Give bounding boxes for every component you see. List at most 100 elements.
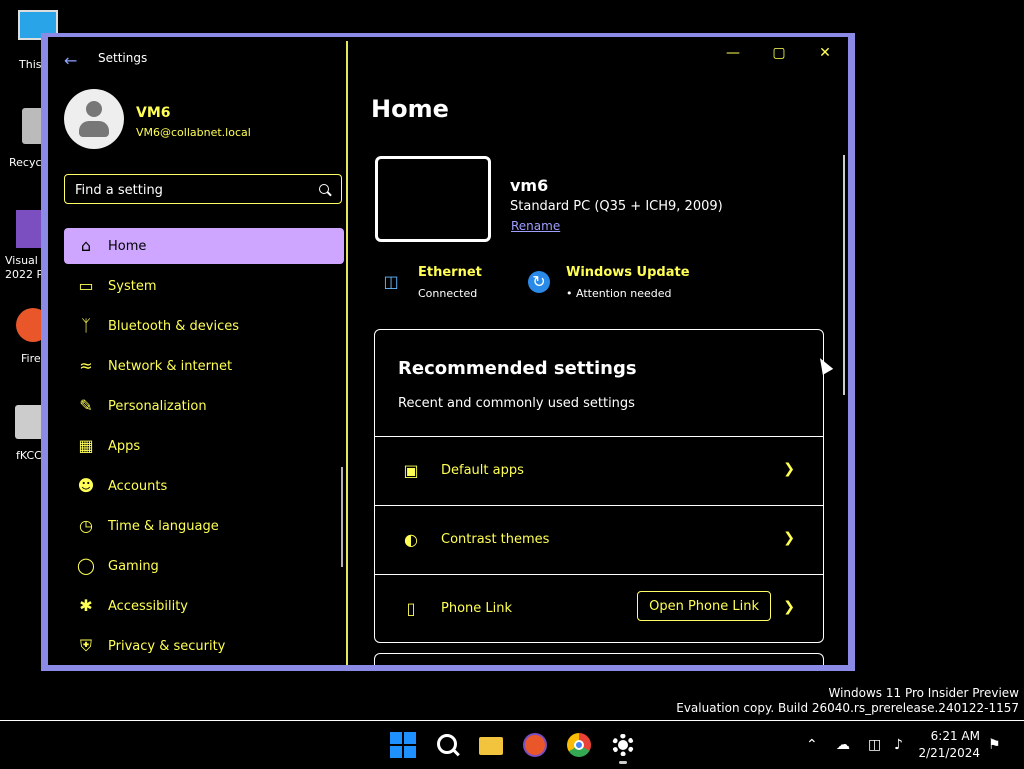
nav-list: ⌂ Home ▭ System ᛉ Bluetooth & devices ≈ … <box>64 228 344 665</box>
windows-logo-quadrant <box>404 746 416 758</box>
sidebar-scrollbar[interactable] <box>341 467 343 567</box>
home-icon: ⌂ <box>80 236 92 255</box>
nav-item-accessibility[interactable]: ✱ Accessibility <box>64 588 344 624</box>
status-subtitle: • Attention needed <box>566 287 672 300</box>
close-button[interactable]: ✕ <box>814 45 836 63</box>
status-subtitle: Connected <box>418 287 478 300</box>
active-app-indicator <box>619 761 627 764</box>
gamepad-icon: ◯ <box>77 556 95 575</box>
chevron-right-icon: ❯ <box>783 530 795 546</box>
open-phone-link-button[interactable]: Open Phone Link <box>637 591 771 621</box>
device-thumbnail <box>375 156 491 242</box>
nav-item-gaming[interactable]: ◯ Gaming <box>64 548 344 584</box>
nav-item-label: Apps <box>108 439 141 454</box>
windows-logo-quadrant <box>404 732 416 744</box>
page-title: Home <box>371 95 449 123</box>
ethernet-icon: ◫ <box>383 272 399 291</box>
avatar-body <box>79 121 109 137</box>
search-icon-handle <box>452 748 460 757</box>
windows-update-icon: ↻ <box>528 271 550 293</box>
avatar[interactable] <box>64 89 124 149</box>
rec-row-label: Default apps <box>441 463 524 478</box>
start-button[interactable] <box>389 731 417 759</box>
nav-item-network[interactable]: ≈ Network & internet <box>64 348 344 384</box>
device-description: Standard PC (Q35 + ICH9, 2009) <box>510 199 723 214</box>
firefox-icon[interactable] <box>521 731 549 759</box>
nav-item-home[interactable]: ⌂ Home <box>64 228 344 264</box>
rec-row-default-apps[interactable]: ▣ Default apps ❯ <box>375 437 823 505</box>
maximize-button[interactable]: ▢ <box>768 45 790 63</box>
monitor-icon: ▭ <box>78 276 94 295</box>
nav-item-privacy-security[interactable]: ⛨ Privacy & security <box>64 628 344 664</box>
nav-item-personalization[interactable]: ✎ Personalization <box>64 388 344 424</box>
chevron-right-icon: ❯ <box>783 461 795 477</box>
nav-item-label: Accounts <box>108 479 168 494</box>
nav-item-label: Personalization <box>108 399 207 414</box>
wifi-icon: ≈ <box>79 356 93 375</box>
clock-date[interactable]: 2/21/2024 <box>918 746 980 760</box>
gear-hub <box>618 740 628 750</box>
main-content: — ▢ ✕ Home vm6 Standard PC (Q35 + ICH9, … <box>348 37 848 665</box>
desktop-icon-label: Recyc <box>9 156 42 169</box>
nav-item-label: System <box>108 279 157 294</box>
back-arrow-icon[interactable]: ← <box>64 51 82 70</box>
search-icon[interactable] <box>319 184 329 194</box>
desktop-icon-label: 2022 P <box>5 268 44 281</box>
search-input[interactable] <box>73 180 307 200</box>
nav-item-label: Gaming <box>108 559 159 574</box>
notification-bell-icon[interactable]: ⚑ <box>988 737 1001 753</box>
rec-row-label: Contrast themes <box>441 532 550 547</box>
rename-link[interactable]: Rename <box>511 219 560 233</box>
card-title: Recommended settings <box>398 358 637 379</box>
avatar-head <box>86 101 102 117</box>
settings-window-body: ← Settings VM6 VM6@collabnet.local ⌂ Hom… <box>48 37 848 665</box>
status-title: Ethernet <box>418 265 482 280</box>
nav-item-label: Time & language <box>108 519 219 534</box>
nav-item-time-language[interactable]: ◷ Time & language <box>64 508 344 544</box>
phone-icon: ▯ <box>406 599 416 618</box>
sidebar: ← Settings VM6 VM6@collabnet.local ⌂ Hom… <box>48 37 348 665</box>
chevron-up-icon[interactable]: ⌃ <box>806 737 818 753</box>
onedrive-icon[interactable]: ☁ <box>836 737 850 753</box>
nav-item-label: Home <box>108 239 147 254</box>
windows-logo-quadrant <box>390 732 402 744</box>
user-email: VM6@collabnet.local <box>136 126 251 139</box>
user-name: VM6 <box>136 105 171 121</box>
apps-icon: ▦ <box>78 436 94 455</box>
chrome-icon[interactable] <box>565 731 593 759</box>
nav-item-label: Network & internet <box>108 359 233 374</box>
content-scrollbar[interactable] <box>843 155 845 395</box>
window-title: Settings <box>98 51 148 65</box>
next-card <box>374 653 824 665</box>
minimize-button[interactable]: — <box>722 45 744 63</box>
clock-time[interactable]: 6:21 AM <box>931 729 980 743</box>
status-windows-update[interactable]: ↻ Windows Update • Attention needed <box>528 265 708 305</box>
device-name: vm6 <box>510 176 549 195</box>
rec-row-phone-link[interactable]: ▯ Phone Link Open Phone Link ❯ <box>375 575 823 643</box>
default-apps-icon: ▣ <box>403 461 419 480</box>
bluetooth-icon: ᛉ <box>81 316 91 335</box>
status-ethernet[interactable]: ◫ Ethernet Connected <box>380 265 520 305</box>
clock-language-icon: ◷ <box>79 516 93 535</box>
nav-item-system[interactable]: ▭ System <box>64 268 344 304</box>
watermark-line: Windows 11 Pro Insider Preview <box>828 686 1019 700</box>
windows-logo-quadrant <box>390 746 402 758</box>
nav-item-accounts[interactable]: ☻ Accounts <box>64 468 344 504</box>
taskbar: ⌃ ☁ ◫ ♪ 6:21 AM 2/21/2024 ⚑ <box>0 720 1024 769</box>
nav-item-apps[interactable]: ▦ Apps <box>64 428 344 464</box>
search-icon[interactable] <box>434 731 462 759</box>
nav-item-bluetooth[interactable]: ᛉ Bluetooth & devices <box>64 308 344 344</box>
folder-icon <box>479 737 503 755</box>
volume-muted-icon[interactable]: ♪ <box>894 737 903 753</box>
network-icon[interactable]: ◫ <box>868 737 881 753</box>
settings-gear-icon[interactable] <box>609 731 637 759</box>
rec-row-contrast-themes[interactable]: ◐ Contrast themes ❯ <box>375 506 823 574</box>
file-explorer-icon[interactable] <box>477 731 505 759</box>
desktop-icon-label: fKCC <box>16 449 42 462</box>
nav-item-label: Accessibility <box>108 599 188 614</box>
search-box[interactable] <box>64 174 342 204</box>
rec-row-label: Phone Link <box>441 601 513 616</box>
nav-item-label: Privacy & security <box>108 639 226 654</box>
brush-icon: ✎ <box>79 396 93 415</box>
card-subtitle: Recent and commonly used settings <box>398 396 635 411</box>
